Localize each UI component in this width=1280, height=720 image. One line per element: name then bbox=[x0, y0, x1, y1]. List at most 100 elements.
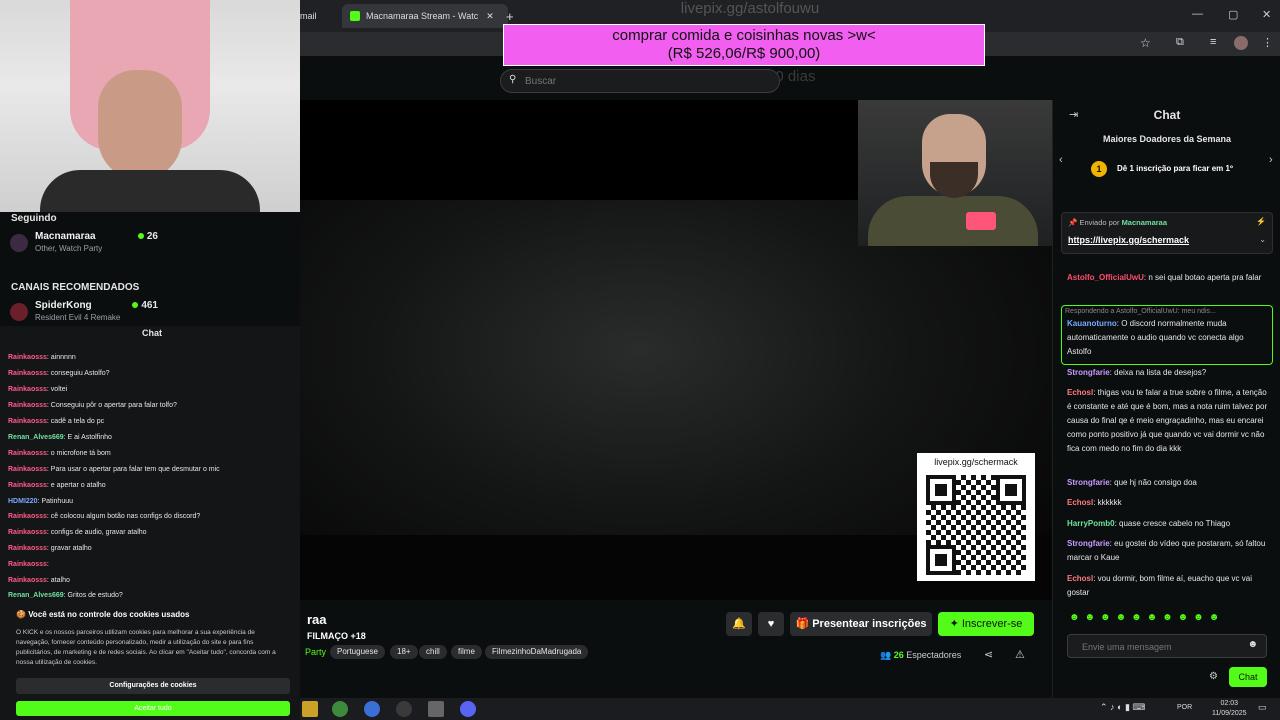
chevron-right-icon[interactable]: › bbox=[1269, 154, 1273, 166]
gear-icon[interactable]: ⚙ bbox=[1209, 671, 1218, 682]
heart-icon[interactable]: ♥ bbox=[758, 612, 784, 636]
chat-username[interactable]: Strongfarie bbox=[1067, 539, 1110, 548]
chat-username[interactable]: Astolfo_OfficialUwU bbox=[1067, 273, 1144, 282]
cam-light-shape bbox=[966, 212, 996, 230]
following-title: Seguindo bbox=[11, 213, 57, 224]
menu-kebab-icon[interactable]: ⋮ bbox=[1262, 36, 1273, 49]
browser-tab-active[interactable]: Macnamaraa Stream - Watc ✕ bbox=[342, 4, 508, 28]
tag-chip[interactable]: filme bbox=[451, 645, 482, 659]
qr-eye bbox=[996, 475, 1026, 505]
chat-username[interactable]: Rainkaosss bbox=[8, 482, 47, 489]
gift-subs-button[interactable]: 🎁 Presentear inscrições bbox=[790, 612, 932, 636]
search-box[interactable]: ⚲ bbox=[500, 69, 780, 93]
channel-category: Resident Evil 4 Remake bbox=[35, 313, 121, 322]
subscribe-button[interactable]: ✦ Inscrever-se bbox=[938, 612, 1034, 636]
pinned-by: 📌 Enviado por Macnamaraa bbox=[1068, 218, 1167, 227]
chat-message: Astolfo_OfficialUwU: n sei qual botao ap… bbox=[1067, 271, 1269, 285]
chat-username[interactable]: Rainkaosss bbox=[8, 513, 47, 520]
chevron-left-icon[interactable]: ‹ bbox=[1059, 154, 1063, 166]
chrome-profile-icon[interactable] bbox=[364, 701, 380, 717]
minimize-icon[interactable]: — bbox=[1192, 8, 1203, 20]
window-close-icon[interactable]: ✕ bbox=[1262, 8, 1271, 21]
chrome-icon[interactable] bbox=[332, 701, 348, 717]
chat-username[interactable]: Echosl bbox=[1067, 498, 1093, 507]
clock[interactable]: 02:03 11/09/2025 bbox=[1212, 699, 1247, 719]
emoji-icon[interactable]: ☻ bbox=[1247, 639, 1258, 650]
chat-username[interactable]: Strongfarie bbox=[1067, 478, 1110, 487]
tag-chip[interactable]: chill bbox=[419, 645, 447, 659]
star-icon[interactable]: ☆ bbox=[1140, 36, 1151, 50]
chat-username[interactable]: Rainkaosss bbox=[8, 386, 47, 393]
extensions-icon[interactable]: ⧉ bbox=[1176, 36, 1184, 49]
chat-username[interactable]: Echosl bbox=[1067, 388, 1093, 397]
avatar bbox=[10, 303, 28, 321]
cookie-settings-button[interactable]: Configurações de cookies bbox=[16, 678, 290, 694]
video-player[interactable]: livepix.gg/schermack bbox=[300, 100, 1052, 600]
file-explorer-icon[interactable] bbox=[302, 701, 318, 717]
donation-goal-banner: comprar comida e coisinhas novas >w< (R$… bbox=[503, 24, 985, 66]
chat-username[interactable]: Rainkaosss bbox=[8, 529, 47, 536]
top-donors-card: 1 Dê 1 inscrição para ficar em 1º bbox=[1091, 161, 1261, 179]
chevron-down-icon[interactable]: ⌄ bbox=[1259, 235, 1266, 244]
unpin-icon[interactable]: ⚡ bbox=[1256, 217, 1266, 226]
maximize-icon[interactable]: ▢ bbox=[1228, 8, 1238, 21]
kick-favicon-icon bbox=[350, 11, 360, 21]
browser-tab-mail[interactable]: mail bbox=[300, 4, 317, 28]
tag-chip[interactable]: FilmezinhoDaMadrugada bbox=[485, 645, 589, 659]
chat-message: HarryPomb0: quase cresce cabelo no Thiag… bbox=[1067, 517, 1269, 531]
tray-icons[interactable]: ⌃ ♪ ◐ ▮ ⌨ bbox=[1100, 702, 1145, 713]
notification-icon[interactable]: ▭ bbox=[1258, 702, 1267, 713]
live-dot-icon bbox=[137, 233, 144, 239]
pinned-link[interactable]: https://livepix.gg/schermack bbox=[1068, 235, 1189, 245]
left-chat-message: Rainkaosss: Conseguiu pôr o apertar para… bbox=[8, 402, 177, 409]
gift-icon: 🎁 bbox=[795, 618, 813, 630]
chat-username[interactable]: Rainkaosss bbox=[8, 402, 47, 409]
language-indicator[interactable]: POR bbox=[1177, 704, 1192, 711]
chat-username[interactable]: Rainkaosss bbox=[8, 545, 47, 552]
chat-username[interactable]: Rainkaosss bbox=[8, 561, 47, 568]
accept-all-cookies-button[interactable]: Aceitar tudo bbox=[16, 701, 290, 716]
qr-label: livepix.gg/schermack bbox=[934, 457, 1018, 467]
viewer-count-value: 461 bbox=[141, 300, 158, 311]
chat-username[interactable]: Renan_Alves669 bbox=[8, 434, 64, 441]
clock-time: 02:03 bbox=[1220, 700, 1239, 707]
chat-username[interactable]: Rainkaosss bbox=[8, 354, 47, 361]
chat-username[interactable]: Echosl bbox=[1067, 574, 1093, 583]
tag-chip[interactable]: 18+ bbox=[390, 645, 418, 659]
chat-send-button[interactable]: Chat bbox=[1229, 667, 1267, 687]
chat-username[interactable]: Renan_Alves669 bbox=[8, 592, 64, 599]
chat-username[interactable]: Strongfarie bbox=[1067, 368, 1110, 377]
chat-username[interactable]: HDMI220 bbox=[8, 498, 38, 505]
share-icon[interactable]: ⋖ bbox=[984, 648, 993, 661]
chat-username[interactable]: Rainkaosss bbox=[8, 370, 47, 377]
chat-username[interactable]: Rainkaosss bbox=[8, 418, 47, 425]
chat-username[interactable]: HarryPomb0 bbox=[1067, 519, 1115, 528]
report-icon[interactable]: ⚠ bbox=[1015, 648, 1025, 661]
tag-chip[interactable]: Portuguese bbox=[330, 645, 385, 659]
sidebar-channel-macnamaraa[interactable]: Macnamaraa Other, Watch Party 26 bbox=[8, 230, 160, 258]
left-sidebar: Seguindo Macnamaraa Other, Watch Party 2… bbox=[0, 212, 168, 326]
chat-message-input[interactable] bbox=[1080, 639, 1244, 655]
chat-username[interactable]: Rainkaosss bbox=[8, 577, 47, 584]
obs-icon[interactable] bbox=[396, 701, 412, 717]
chat-username[interactable]: Rainkaosss bbox=[8, 466, 47, 473]
left-chat-message: Renan_Alves669: Gritos de estudo? bbox=[8, 592, 123, 599]
sidebar-channel-spiderkong[interactable]: SpiderKong Resident Evil 4 Remake 461 bbox=[8, 299, 160, 327]
emote-bar[interactable]: ☻☻☻☻☻☻☻☻☻☻ bbox=[1069, 612, 1265, 626]
stream-category-link[interactable]: Party bbox=[305, 647, 326, 657]
close-tab-icon[interactable]: ✕ bbox=[486, 11, 494, 22]
donation-goal-progress: (R$ 526,06/R$ 900,00) bbox=[667, 45, 821, 62]
profile-avatar[interactable] bbox=[1234, 36, 1248, 50]
chat-input-box[interactable]: ☻ bbox=[1067, 634, 1267, 658]
chat-username[interactable]: Kauanoturno bbox=[1067, 319, 1117, 328]
rank-badge: 1 bbox=[1091, 161, 1107, 177]
bell-icon[interactable]: 🔔 bbox=[726, 612, 752, 636]
chat-username[interactable]: Rainkaosss bbox=[8, 450, 47, 457]
cam-body-shape bbox=[868, 196, 1038, 246]
chat-text: : que hj não consigo doa bbox=[1109, 478, 1197, 487]
discord-icon[interactable] bbox=[460, 701, 476, 717]
search-input[interactable] bbox=[523, 73, 767, 89]
chat-text: : thigas vou te falar a true sobre o fil… bbox=[1067, 388, 1268, 453]
media-icon[interactable]: ≡ bbox=[1210, 36, 1216, 48]
app-icon[interactable] bbox=[428, 701, 444, 717]
